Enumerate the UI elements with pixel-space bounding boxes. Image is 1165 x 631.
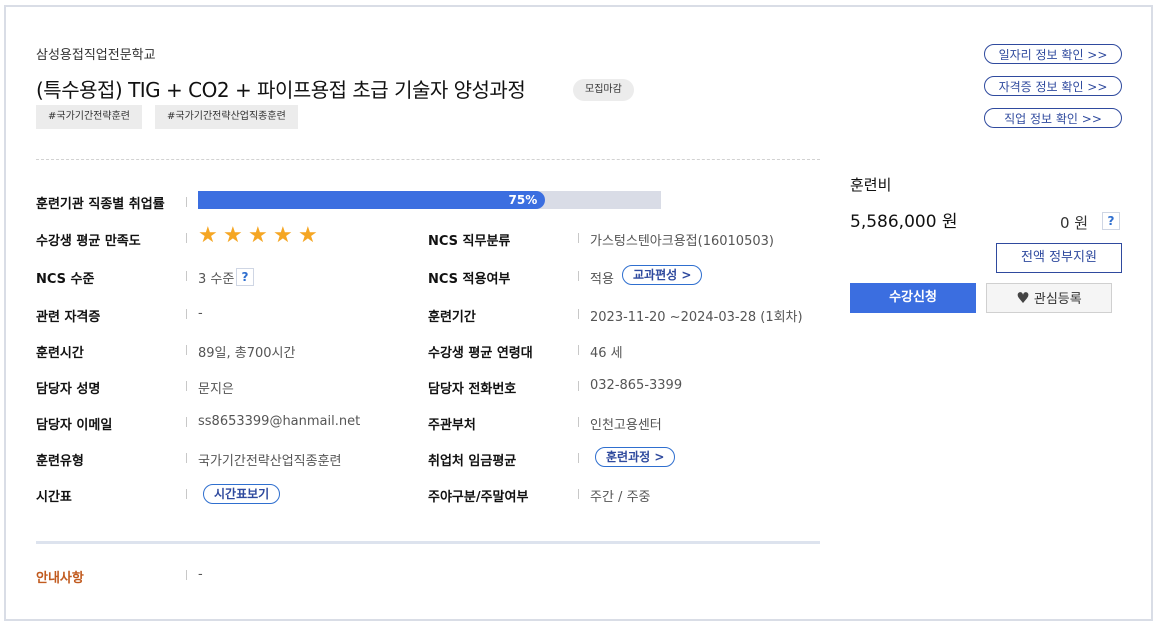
separator	[186, 197, 187, 207]
status-badge: 모집마감	[573, 79, 634, 101]
cert-label: 관련 자격증	[36, 310, 101, 325]
ncs-level-value: 3 수준	[198, 272, 235, 287]
course-title: (특수용접) TIG + CO2 + 파이프용접 초급 기술자 양성과정	[36, 78, 526, 102]
fee-help-icon[interactable]: ?	[1102, 212, 1120, 230]
full-support-button[interactable]: 전액 정부지원	[996, 243, 1122, 273]
favorite-button[interactable]: ♥ 관심등록	[986, 283, 1112, 313]
manager-email-value: ss8653399@hanmail.net	[198, 414, 361, 429]
course-wage-button[interactable]: 훈련과정 >	[595, 447, 676, 467]
timetable-button[interactable]: 시간표보기	[203, 484, 281, 504]
period-value: 2023-11-20 ~2024-03-28 (1회차)	[590, 310, 803, 325]
separator	[186, 233, 187, 243]
separator	[578, 271, 579, 281]
phone-label: 담당자 전화번호	[428, 382, 517, 397]
employment-rate-value: 75%	[508, 193, 538, 207]
manager-name-value: 문지은	[198, 382, 234, 397]
employment-rate-fill: 75%	[198, 191, 546, 209]
ncs-apply-label: NCS 적용여부	[428, 272, 511, 287]
ncs-apply-value: 적용	[590, 272, 614, 287]
curriculum-button[interactable]: 교과편성 >	[622, 265, 703, 285]
institution-name[interactable]: 삼성용접직업전문학교	[36, 44, 156, 63]
tag-national-strategy-industry: #국가기간전략산업직종훈련	[155, 105, 298, 129]
phone-value: 032-865-3399	[590, 378, 683, 393]
apply-button[interactable]: 수강신청	[850, 283, 976, 313]
separator	[186, 489, 187, 499]
age-label: 수강생 평균 연령대	[428, 346, 533, 361]
ncs-level-label: NCS 수준	[36, 272, 95, 287]
header-divider	[36, 159, 820, 160]
separator	[186, 417, 187, 427]
separator	[578, 417, 579, 427]
self-pay-amount: 0 원	[1060, 214, 1089, 232]
separator	[186, 345, 187, 355]
star-icon: ★	[223, 223, 243, 248]
star-icon: ★	[198, 223, 218, 248]
separator	[186, 271, 187, 281]
star-icon: ★	[298, 223, 318, 248]
star-icon: ★	[273, 223, 293, 248]
hours-label: 훈련시간	[36, 346, 84, 361]
tag-national-strategy: #국가기간전략훈련	[36, 105, 142, 129]
separator	[186, 453, 187, 463]
details-divider	[36, 541, 820, 544]
notice-label: 안내사항	[36, 571, 84, 586]
favorite-label: 관심등록	[1033, 292, 1082, 307]
age-value: 46 세	[590, 346, 623, 361]
separator	[186, 381, 187, 391]
hours-value: 89일, 총700시간	[198, 346, 296, 361]
manager-name-label: 담당자 성명	[36, 382, 101, 397]
cert-value: -	[198, 306, 203, 321]
fee-label: 훈련비	[850, 176, 892, 194]
separator	[578, 345, 579, 355]
cert-info-link[interactable]: 자격증 정보 확인 >>	[984, 76, 1122, 96]
separator	[578, 309, 579, 319]
separator	[578, 453, 579, 463]
department-label: 주관부처	[428, 418, 476, 433]
training-type-label: 훈련유형	[36, 454, 84, 469]
ncs-job-label: NCS 직무분류	[428, 234, 511, 249]
schedule-label: 주야구분/주말여부	[428, 490, 529, 505]
separator	[186, 570, 187, 580]
separator	[578, 381, 579, 391]
satisfaction-label: 수강생 평균 만족도	[36, 234, 141, 249]
heart-icon: ♥	[1016, 289, 1030, 307]
job-info-link[interactable]: 일자리 정보 확인 >>	[984, 44, 1122, 64]
manager-email-label: 담당자 이메일	[36, 418, 113, 433]
star-icon: ★	[248, 223, 268, 248]
separator	[186, 309, 187, 319]
schedule-value: 주간 / 주중	[590, 490, 651, 505]
notice-value: -	[198, 567, 203, 582]
period-label: 훈련기간	[428, 310, 476, 325]
separator	[578, 233, 579, 243]
employment-rate-bar: 75%	[198, 191, 661, 209]
occupation-info-link[interactable]: 직업 정보 확인 >>	[984, 108, 1122, 128]
fee-amount: 5,586,000 원	[850, 212, 958, 232]
ncs-level-help-icon[interactable]: ?	[236, 268, 254, 286]
timetable-label: 시간표	[36, 490, 72, 505]
wage-label: 취업처 임금평균	[428, 454, 517, 469]
separator	[578, 489, 579, 499]
employment-rate-label: 훈련기관 직종별 취업률	[36, 197, 165, 212]
ncs-job-value: 가스텅스텐아크용접(16010503)	[590, 234, 774, 249]
department-value: 인천고용센터	[590, 418, 662, 433]
training-type-value: 국가기간전략산업직종훈련	[198, 454, 342, 469]
